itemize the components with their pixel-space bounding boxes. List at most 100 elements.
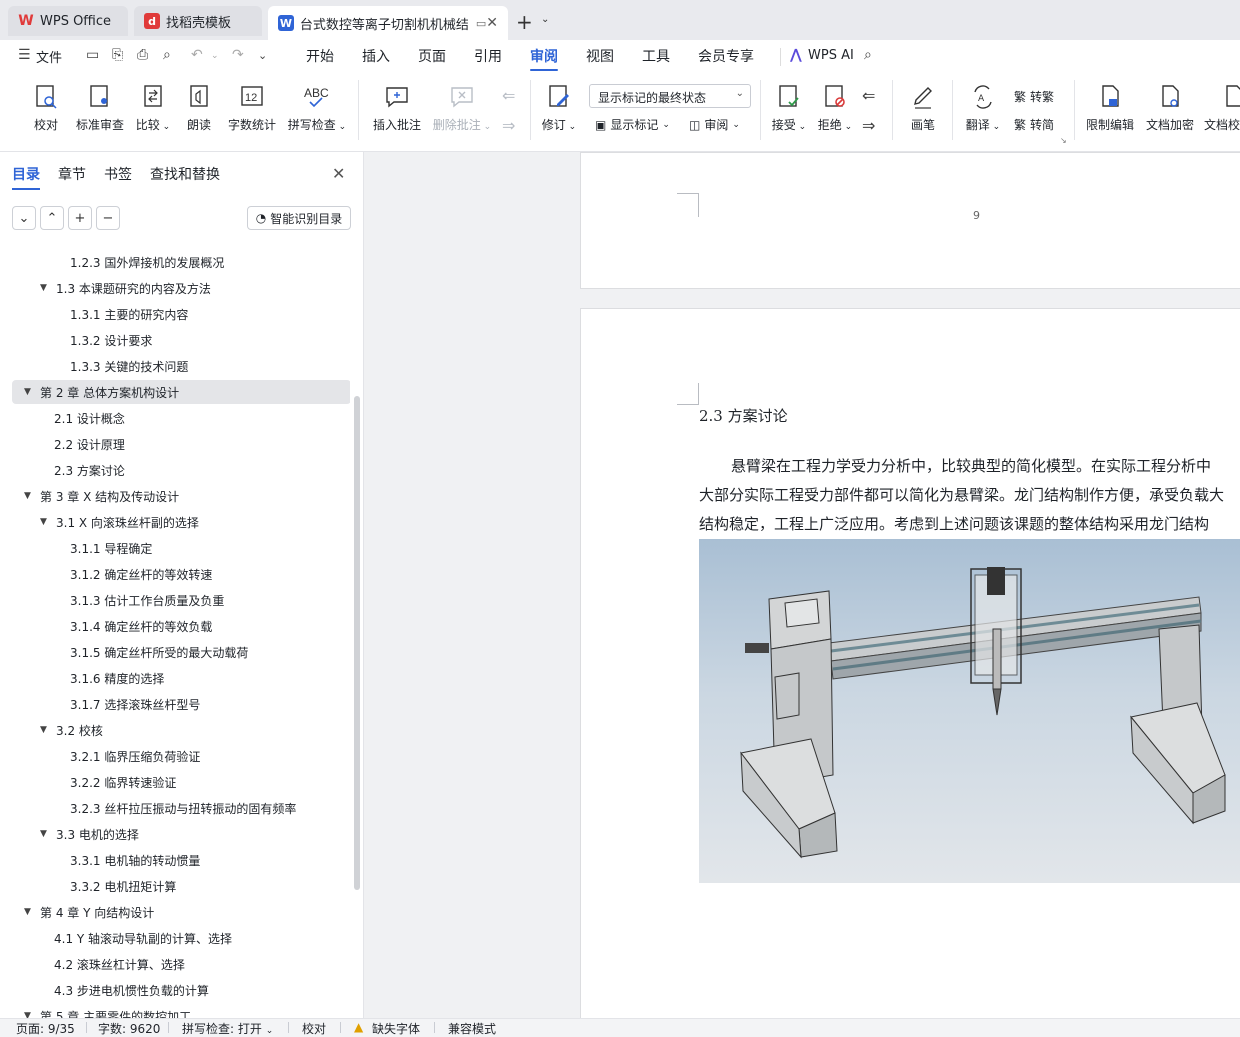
menu-start[interactable]: 开始	[306, 46, 334, 66]
hamburger-icon[interactable]: ☰	[18, 47, 31, 63]
toc-item[interactable]: 3.1.3 估计工作台质量及负重	[70, 588, 224, 612]
export-icon[interactable]: ⎘	[112, 47, 123, 63]
toc-item[interactable]: 3.1.1 导程确定	[70, 536, 152, 560]
collapse-triangle-icon[interactable]: ▼	[24, 907, 34, 917]
close-icon[interactable]: ✕	[486, 15, 498, 31]
show-markup-button[interactable]: ▣ 显示标记 ⌄	[595, 116, 670, 133]
tab-toc[interactable]: 目录	[12, 164, 40, 190]
word-count-button[interactable]: 12 字数统计	[224, 82, 280, 133]
reject-button[interactable]: 拒绝 ⌄	[816, 82, 854, 133]
chevron-down-icon[interactable]: ⌄	[541, 14, 549, 25]
ribbon-expand-icon[interactable]: ↘	[1060, 136, 1067, 145]
save-icon[interactable]: ▭	[86, 47, 99, 63]
insert-comment-button[interactable]: 插入批注	[370, 82, 424, 133]
tab-find-replace[interactable]: 查找和替换	[150, 164, 220, 184]
toc-item[interactable]: 2.3 方案讨论	[54, 458, 125, 482]
toc-item[interactable]: ▼ 第 4 章 Y 向结构设计	[24, 900, 154, 924]
toc-item[interactable]: ▼ 第 3 章 X 结构及传动设计	[24, 484, 179, 508]
toc-item[interactable]: 3.1.7 选择滚珠丝杆型号	[70, 692, 200, 716]
toc-item[interactable]: ▼ 3.3 电机的选择	[40, 822, 139, 846]
proofread-button[interactable]: 校对	[26, 82, 66, 133]
word-count-indicator[interactable]: 字数: 9620	[98, 1020, 160, 1037]
next-comment-icon[interactable]: ⇒	[502, 116, 515, 135]
smart-toc-button[interactable]: ◔ 智能识别目录	[247, 206, 351, 230]
page-indicator[interactable]: 页面: 9/35	[16, 1020, 75, 1037]
paragraph-line[interactable]: 大部分实际工程受力部件都可以简化为悬臂梁。龙门结构制作方便，承受负载大	[699, 484, 1224, 505]
translate-button[interactable]: A 翻译 ⌄	[962, 82, 1004, 133]
toc-item[interactable]: ▼ 3.2 校核	[40, 718, 103, 742]
menu-tools[interactable]: 工具	[642, 46, 670, 66]
remove-level-button[interactable]: −	[96, 206, 120, 230]
missing-font-indicator[interactable]: 缺失字体	[372, 1020, 420, 1037]
collapse-triangle-icon[interactable]: ▼	[40, 829, 50, 839]
toc-item[interactable]: 2.1 设计概念	[54, 406, 125, 430]
standard-review-button[interactable]: 标准审查	[72, 82, 128, 133]
toc-item[interactable]: ▼ 3.1 X 向滚珠丝杆副的选择	[40, 510, 199, 534]
accept-button[interactable]: 接受 ⌄	[770, 82, 808, 133]
toc-item[interactable]: 3.2.2 临界转速验证	[70, 770, 176, 794]
toc-item[interactable]: ▼ 第 2 章 总体方案机构设计	[12, 380, 350, 404]
file-menu[interactable]: 文件	[36, 47, 62, 66]
collapse-triangle-icon[interactable]: ▼	[24, 387, 34, 397]
next-change-icon[interactable]: ⇒	[862, 116, 875, 135]
menu-page[interactable]: 页面	[418, 46, 446, 66]
delete-comment-button[interactable]: 删除批注 ⌄	[432, 82, 492, 133]
toc-item[interactable]: 1.3.1 主要的研究内容	[70, 302, 188, 326]
collapse-triangle-icon[interactable]: ▼	[40, 283, 50, 293]
toc-item[interactable]: 1.2.3 国外焊接机的发展概况	[70, 250, 224, 274]
toc-item[interactable]: ▼ 1.3 本课题研究的内容及方法	[40, 276, 211, 300]
more-icon[interactable]: ⌄	[258, 49, 267, 62]
collapse-triangle-icon[interactable]: ▼	[24, 1011, 34, 1018]
add-level-button[interactable]: +	[68, 206, 92, 230]
encrypt-button[interactable]: 文档加密	[1144, 82, 1196, 133]
toc-item[interactable]: 3.2.1 临界压缩负荷验证	[70, 744, 200, 768]
tab-bookmarks[interactable]: 书签	[104, 164, 132, 184]
toc-item[interactable]: 3.1.2 确定丝杆的等效转速	[70, 562, 212, 586]
markup-state-select[interactable]: 显示标记的最终状态 ⌄	[589, 84, 751, 108]
collapse-up-button[interactable]: ⌃	[40, 206, 64, 230]
toc-item[interactable]: 3.1.6 精度的选择	[70, 666, 164, 690]
collapse-triangle-icon[interactable]: ▼	[40, 725, 50, 735]
menu-insert[interactable]: 插入	[362, 46, 390, 66]
toc-item[interactable]: 4.2 滚珠丝杠计算、选择	[54, 952, 185, 976]
proofread-indicator[interactable]: 校对	[302, 1020, 326, 1037]
tab-document[interactable]: W 台式数控等离子切割机机械结 ▭ ✕	[268, 6, 508, 40]
previous-comment-icon[interactable]: ⇐	[502, 86, 515, 105]
toc-item[interactable]: 2.2 设计原理	[54, 432, 125, 456]
read-aloud-button[interactable]: 朗读	[182, 82, 216, 133]
previous-change-icon[interactable]: ⇐	[862, 86, 875, 105]
menu-member[interactable]: 会员专享	[698, 46, 754, 66]
toc-item[interactable]: 1.3.3 关键的技术问题	[70, 354, 188, 378]
menu-view[interactable]: 视图	[586, 46, 614, 66]
new-tab-icon[interactable]: +	[516, 10, 533, 34]
toc-item[interactable]: 3.3.1 电机轴的转动惯量	[70, 848, 200, 872]
toc-item[interactable]: 3.3.2 电机扭矩计算	[70, 874, 176, 898]
monitor-icon[interactable]: ▭	[476, 17, 486, 30]
section-heading[interactable]: 2.3 方案讨论	[699, 405, 788, 426]
compare-button[interactable]: 比较 ⌄	[132, 82, 174, 133]
tab-template[interactable]: d 找稻壳模板	[134, 6, 262, 36]
pen-button[interactable]: 画笔	[904, 82, 942, 133]
tab-wps-office[interactable]: W WPS Office	[8, 6, 128, 36]
collapse-triangle-icon[interactable]: ▼	[24, 491, 34, 501]
to-traditional-button[interactable]: 繁转繁	[1014, 88, 1054, 105]
tab-sections[interactable]: 章节	[58, 164, 86, 184]
paragraph-line[interactable]: 结构稳定，工程上广泛应用。考虑到上述问题该课题的整体结构采用龙门结构	[699, 513, 1209, 534]
compat-mode-indicator[interactable]: 兼容模式	[448, 1020, 496, 1037]
redo-icon[interactable]: ↷	[232, 47, 244, 63]
gantry-machine-image[interactable]	[699, 539, 1240, 883]
wps-ai-button[interactable]: WPS AI	[808, 48, 854, 63]
print-preview-icon[interactable]: ⌕	[163, 47, 171, 63]
to-simplified-button[interactable]: 繁转简	[1014, 116, 1054, 133]
doc-check-button[interactable]: 文档校	[1204, 82, 1240, 133]
expand-down-button[interactable]: ⌄	[12, 206, 36, 230]
revise-button[interactable]: 修订 ⌄	[540, 82, 578, 133]
close-icon[interactable]: ✕	[332, 164, 345, 183]
restrict-edit-button[interactable]: 限制编辑	[1084, 82, 1136, 133]
spell-check-button[interactable]: ABC 拼写检查 ⌄	[286, 82, 348, 133]
review-pane-button[interactable]: ◫ 审阅 ⌄	[689, 116, 740, 133]
toc-scrollbar[interactable]	[354, 396, 360, 890]
search-icon[interactable]: ⌕	[864, 47, 872, 63]
paragraph-line[interactable]: 悬臂梁在工程力学受力分析中，比较典型的简化模型。在实际工程分析中	[699, 455, 1211, 476]
toc-item[interactable]: 3.2.3 丝杆拉压振动与扭转振动的固有频率	[70, 796, 296, 820]
